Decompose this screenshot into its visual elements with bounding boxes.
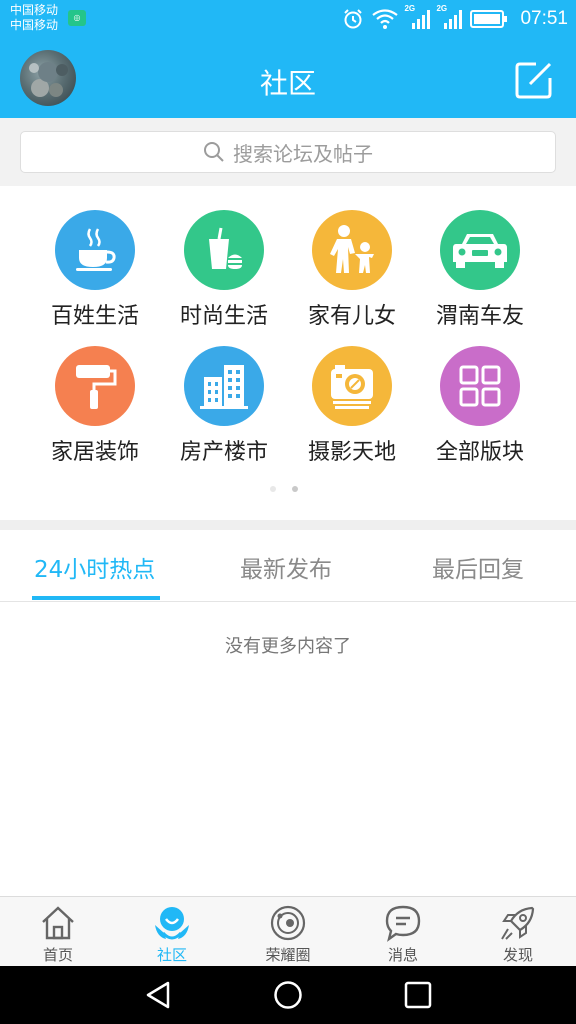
category-icon-bg	[184, 210, 264, 290]
search-placeholder: 搜索论坛及帖子	[233, 141, 373, 166]
category-label: 全部版块	[435, 440, 524, 465]
page-indicator	[270, 486, 298, 492]
nav-discover[interactable]: 发现	[468, 903, 568, 965]
back-button[interactable]	[142, 979, 174, 1011]
sim2-network-label: 2G	[436, 4, 448, 13]
recents-square-icon	[404, 981, 432, 1009]
community-icon	[155, 907, 189, 940]
wifi-icon	[372, 9, 399, 29]
category-icon-bg	[440, 346, 520, 426]
category-label: 摄影天地	[307, 440, 396, 465]
home-icon	[42, 906, 74, 940]
category-baixing-life[interactable]: 百姓生活	[31, 210, 159, 340]
coffee-cup-icon	[76, 228, 116, 271]
grid-icon	[459, 365, 501, 407]
nav-messages[interactable]: 消息	[353, 903, 453, 965]
category-label: 渭南车友	[435, 304, 524, 329]
status-bar: 中国移动 中国移动 ◎ 2G 2G 07:51	[0, 0, 576, 38]
paint-roller-icon	[76, 365, 117, 409]
tab-latest[interactable]: 最新发布	[240, 550, 332, 584]
category-grid: 百姓生活 时尚生活 家有儿女 渭南车友 家居装饰 房产楼市 摄影天地 全部版块	[0, 186, 576, 520]
category-label: 家居装饰	[50, 440, 139, 465]
clock: 07:51	[520, 8, 568, 29]
carrier-2: 中国移动	[10, 18, 59, 32]
nav-label: 荣耀圈	[265, 946, 311, 964]
page-dot	[292, 486, 298, 492]
home-circle-icon	[274, 981, 302, 1009]
nav-label: 社区	[156, 946, 187, 964]
recents-button[interactable]	[402, 979, 434, 1011]
signal-sim1-icon: 2G	[404, 4, 431, 29]
search-input[interactable]: 搜索论坛及帖子	[20, 131, 556, 173]
nav-honor-circle[interactable]: 荣耀圈	[238, 903, 338, 965]
search-icon	[204, 142, 224, 162]
category-real-estate[interactable]: 房产楼市	[160, 346, 288, 476]
page-title: 社区	[259, 67, 316, 100]
screen: 中国移动 中国移动 ◎ 2G 2G 07:51 社区 搜索论坛及帖子 百姓生活 …	[0, 0, 576, 1024]
compose-icon	[515, 62, 552, 99]
category-icon-bg	[440, 210, 520, 290]
message-icon	[385, 905, 421, 942]
category-photography[interactable]: 摄影天地	[288, 346, 416, 476]
category-all-boards[interactable]: 全部版块	[416, 346, 544, 476]
tab-24h-hot[interactable]: 24小时热点	[34, 550, 155, 584]
planet-icon	[270, 905, 306, 941]
nav-label: 消息	[387, 946, 418, 964]
tab-last-reply[interactable]: 最后回复	[432, 550, 524, 584]
category-icon-bg	[312, 210, 392, 290]
battery-icon	[470, 10, 508, 28]
nav-home[interactable]: 首页	[8, 903, 108, 965]
parent-child-icon	[330, 225, 374, 273]
category-home-decor[interactable]: 家居装饰	[31, 346, 159, 476]
category-weinan-car[interactable]: 渭南车友	[416, 210, 544, 340]
nav-label: 首页	[42, 946, 73, 964]
bottom-nav: 首页 社区 荣耀圈 消息 发现	[0, 896, 576, 966]
camera-icon	[331, 365, 373, 409]
signal-sim2-icon: 2G	[436, 4, 463, 29]
category-icon-bg	[184, 346, 264, 426]
car-icon	[453, 234, 507, 268]
carrier-labels: 中国移动 中国移动	[10, 3, 58, 33]
section-divider	[0, 520, 576, 530]
empty-message: 没有更多内容了	[225, 636, 351, 657]
alarm-icon	[344, 9, 363, 29]
nav-label: 发现	[502, 946, 533, 964]
compose-button[interactable]	[514, 60, 554, 100]
drink-burger-icon	[209, 227, 242, 269]
back-triangle-icon	[146, 981, 170, 1009]
notification-app-icon: ◎	[68, 10, 86, 26]
app-header: 社区	[0, 38, 576, 118]
buildings-icon	[200, 365, 248, 409]
category-label: 百姓生活	[50, 304, 139, 329]
status-icons: 2G 2G 07:51	[342, 4, 568, 31]
category-icon-bg	[55, 210, 135, 290]
category-icon-bg	[312, 346, 392, 426]
page-dot	[270, 486, 276, 492]
carrier-1: 中国移动	[10, 3, 59, 17]
category-label: 家有儿女	[307, 304, 396, 329]
active-tab-indicator	[32, 596, 160, 600]
home-button[interactable]	[272, 979, 304, 1011]
category-label: 时尚生活	[179, 304, 268, 329]
sim1-network-label: 2G	[404, 4, 416, 13]
nav-community[interactable]: 社区	[122, 903, 222, 965]
tab-bar: 24小时热点 最新发布 最后回复	[0, 530, 576, 602]
category-kids[interactable]: 家有儿女	[288, 210, 416, 340]
category-fashion-life[interactable]: 时尚生活	[160, 210, 288, 340]
rocket-icon	[501, 906, 535, 940]
category-label: 房产楼市	[179, 440, 268, 465]
system-nav-bar	[0, 966, 576, 1024]
category-icon-bg	[55, 346, 135, 426]
search-bar-container: 搜索论坛及帖子	[0, 118, 576, 186]
